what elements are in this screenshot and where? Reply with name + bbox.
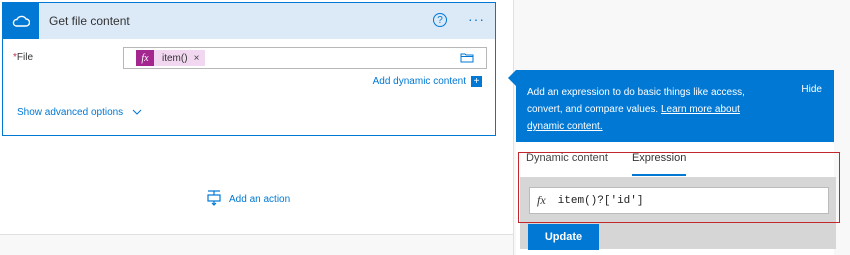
add-dynamic-content-label: Add dynamic content bbox=[372, 76, 466, 87]
card-title: Get file content bbox=[49, 14, 130, 28]
panel-info-header: Add an expression to do basic things lik… bbox=[516, 70, 834, 142]
item-token[interactable]: fx item() × bbox=[136, 50, 206, 66]
panel-body: Dynamic content Expression fx item()?['i… bbox=[516, 142, 836, 255]
dynamic-content-panel: Add an expression to do basic things lik… bbox=[508, 70, 836, 255]
expression-value: item()?['id'] bbox=[557, 194, 644, 207]
file-field-label: *File bbox=[13, 52, 33, 63]
add-an-action-button[interactable]: Add an action bbox=[207, 190, 290, 209]
show-advanced-label: Show advanced options bbox=[17, 107, 124, 118]
panel-description: Add an expression to do basic things lik… bbox=[527, 84, 777, 135]
add-an-action-label: Add an action bbox=[229, 194, 291, 205]
add-dynamic-content-link[interactable]: Add dynamic content + bbox=[373, 76, 482, 87]
hide-button[interactable]: Hide bbox=[801, 84, 822, 95]
expression-input[interactable]: fx item()?['id'] bbox=[529, 187, 829, 214]
card-header[interactable]: Get file content ? ··· bbox=[3, 3, 495, 39]
get-file-content-card: Get file content ? ··· *File fx item() ×… bbox=[2, 2, 496, 136]
remove-token-icon[interactable]: × bbox=[194, 53, 200, 64]
tab-expression[interactable]: Expression bbox=[631, 152, 687, 176]
update-button[interactable]: Update bbox=[528, 224, 599, 250]
fx-icon: fx bbox=[537, 193, 546, 207]
onedrive-cloud-icon bbox=[3, 3, 39, 39]
token-label: item() bbox=[162, 52, 188, 64]
fx-icon: fx bbox=[136, 50, 154, 66]
help-icon[interactable]: ? bbox=[433, 13, 447, 27]
more-options-icon[interactable]: ··· bbox=[468, 11, 485, 27]
plus-icon: + bbox=[471, 76, 482, 87]
chevron-down-icon bbox=[132, 110, 142, 116]
panel-tabs: Dynamic content Expression bbox=[526, 152, 710, 176]
show-advanced-options[interactable]: Show advanced options bbox=[17, 107, 142, 118]
file-label: File bbox=[16, 52, 34, 63]
tab-dynamic-content[interactable]: Dynamic content bbox=[526, 152, 608, 174]
panel-caret bbox=[508, 70, 516, 86]
file-input[interactable]: fx item() × bbox=[123, 47, 487, 69]
add-action-icon bbox=[207, 190, 221, 209]
folder-icon[interactable] bbox=[460, 52, 474, 66]
canvas-divider bbox=[513, 0, 514, 255]
